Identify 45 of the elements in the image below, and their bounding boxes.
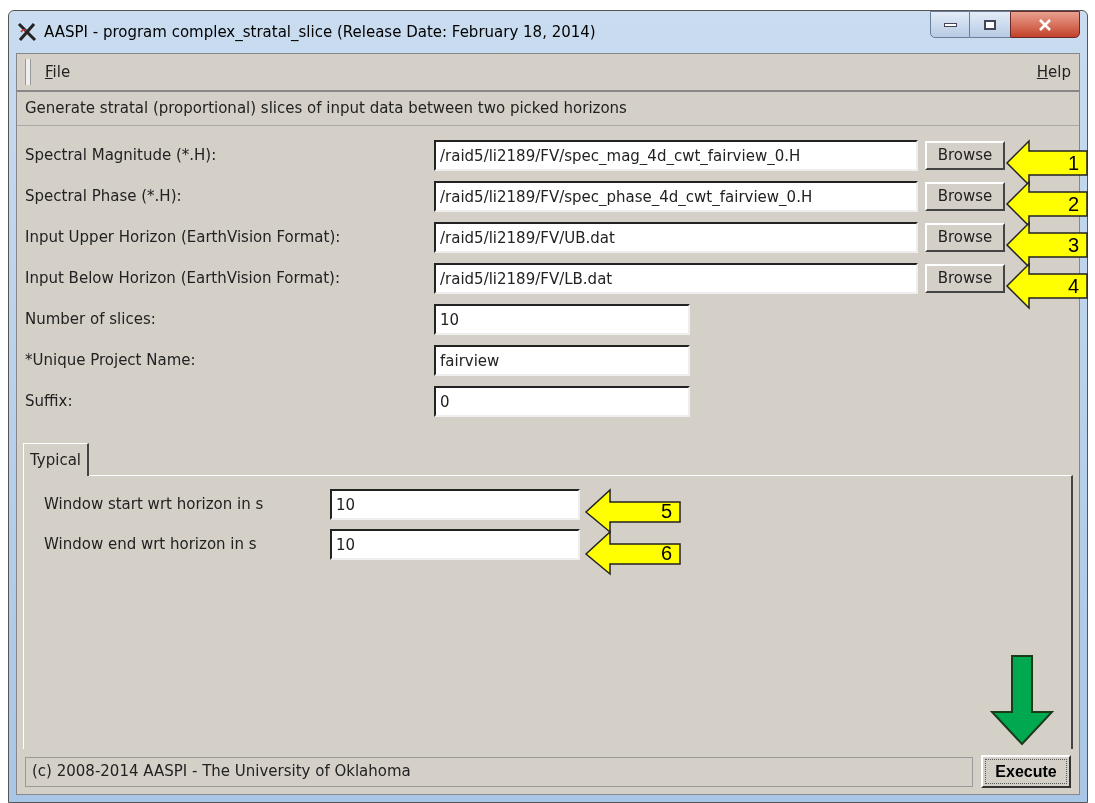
input-field[interactable]: /raid5/li2189/FV/spec_mag_4d_cwt_fairview_0.H (434, 140, 918, 171)
tab[interactable]: Typical (23, 443, 89, 476)
menu-grip[interactable] (25, 59, 31, 85)
field-label: Input Below Horizon (EarthVision Format): (25, 268, 341, 290)
input-field[interactable]: /raid5/li2189/FV/LB.dat (434, 263, 918, 294)
field-label: Spectral Magnitude (*.H): (25, 145, 218, 167)
callout-number: 4 (1067, 276, 1079, 296)
maximize-button[interactable] (970, 11, 1010, 38)
input-field[interactable]: 10 (330, 529, 580, 560)
input-field[interactable]: 10 (434, 304, 690, 335)
input-field[interactable]: 10 (330, 489, 580, 520)
callout-arrow-icon (584, 530, 682, 576)
window-title: AASPI - program complex_stratal_slice (Release Date: February 18, 2014) (44, 21, 596, 43)
field-label: *Unique Project Name: (25, 350, 197, 372)
field-label: Window start wrt horizon in s (44, 494, 265, 516)
field-label: Number of slices: (25, 309, 157, 331)
callout-arrow-icon (584, 488, 682, 534)
close-button[interactable] (1010, 11, 1080, 38)
browse-button[interactable]: Browse (925, 182, 1005, 211)
callout-number: 5 (660, 501, 672, 521)
input-field[interactable]: /raid5/li2189/FV/spec_phase_4d_cwt_fairview_0.H (434, 181, 918, 212)
app-x-icon (16, 22, 38, 42)
menu-item[interactable]: Help (1036, 60, 1071, 84)
callout-arrow-icon (1005, 262, 1089, 310)
input-field[interactable]: 0 (434, 386, 690, 417)
description-text: Generate stratal (proportional) slices of input data between two picked horizons (25, 98, 627, 120)
status-text: (c) 2008-2014 AASPI - The University of Oklahoma (32, 761, 411, 783)
callout-number: 1 (1067, 153, 1079, 173)
browse-button[interactable]: Browse (925, 223, 1005, 252)
input-field[interactable]: fairview (434, 345, 690, 376)
input-field[interactable]: /raid5/li2189/FV/UB.dat (434, 222, 918, 253)
close-icon (1038, 18, 1052, 31)
browse-button[interactable]: Browse (925, 141, 1005, 170)
execute-button[interactable]: Execute (981, 755, 1071, 788)
field-label: Window end wrt horizon in s (44, 534, 258, 556)
field-label: Input Upper Horizon (EarthVision Format): (25, 227, 342, 249)
field-label: Suffix: (25, 391, 74, 413)
down-arrow-icon (990, 654, 1054, 746)
callout-number: 6 (660, 543, 672, 563)
callout-number: 3 (1067, 235, 1079, 255)
browse-button[interactable]: Browse (925, 264, 1005, 293)
menu-item[interactable]: File (45, 60, 71, 84)
callout-number: 2 (1067, 194, 1079, 214)
field-label: Spectral Phase (*.H): (25, 186, 183, 208)
minimize-button[interactable] (930, 11, 970, 38)
